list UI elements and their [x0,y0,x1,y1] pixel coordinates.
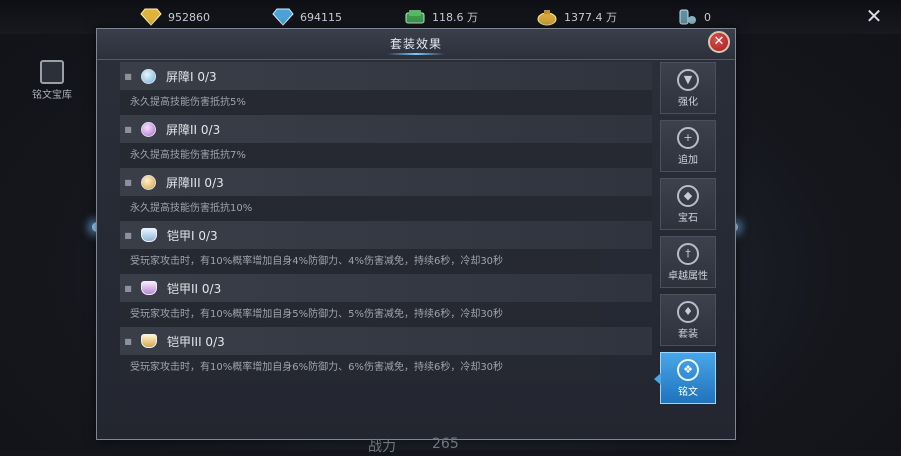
close-button[interactable]: ✕ [708,31,730,53]
inscription-vault-button[interactable]: 铭文宝库 [24,60,80,101]
currency-value: 694115 [300,10,342,24]
item-header: ■ 铠甲III 0/3 [120,327,652,356]
green-cash-icon [405,10,425,24]
tab-label: 强化 [678,97,698,108]
blue-gem-icon [141,68,156,84]
wings-emblem-icon: ♦ [677,301,699,323]
item-header: ■ 屏障III 0/3 [120,168,652,197]
item-description: 受玩家攻击时，有10%概率增加自身5%防御力、5%伤害减免，持续6秒，冷却30秒 [120,303,600,327]
close-icon[interactable]: ✕ [862,4,886,28]
tab-label: 套装 [678,329,698,340]
currency-gold-diamond: 952860 [140,6,210,28]
list-item: ■ 屏障I 0/3 永久提高技能伤害抵抗5% [120,62,652,115]
tab-label: 铭文 [678,387,698,398]
item-header: ■ 铠甲I 0/3 [120,221,652,250]
purple-armor-icon [141,281,157,295]
tab-label: 卓越属性 [668,271,708,282]
currency-token: 0 [676,6,711,28]
bullet-icon: ■ [124,124,132,134]
tab-inscription[interactable]: ❖ 铭文 [654,352,716,404]
bullet-icon: ■ [124,336,132,346]
item-header: ■ 铠甲II 0/3 [120,274,652,303]
item-description: 永久提高技能伤害抵抗10% [120,197,652,221]
currency-value: 118.6 万 [432,11,478,24]
item-name: 铠甲III 0/3 [167,334,225,349]
currency-value: 952860 [168,10,210,24]
blue-diamond-icon [272,8,294,26]
power-label: 战力 [368,439,396,455]
gold-coin-bag-icon [537,10,557,26]
list-item: ■ 屏障II 0/3 永久提高技能伤害抵抗7% [120,115,652,168]
anvil-icon: ▼ [677,69,699,91]
item-name: 铠甲II 0/3 [167,281,222,296]
bullet-icon: ■ [124,71,132,81]
gem-emblem-icon: ◆ [677,185,699,207]
active-tab-pointer [654,373,661,385]
item-name: 屏障III 0/3 [166,175,224,190]
tab-enhance[interactable]: ▼ 强化 [660,62,716,114]
item-name: 屏障II 0/3 [166,122,221,137]
bullet-icon: ■ [124,283,132,293]
blue-armor-icon [141,228,157,242]
item-name: 屏障I 0/3 [166,69,217,84]
list-item: ■ 屏障III 0/3 永久提高技能伤害抵抗10% [120,168,652,221]
item-description: 永久提高技能伤害抵抗5% [120,91,652,115]
currency-coin-bag: 1377.4 万 [536,6,617,28]
item-description: 受玩家攻击时，有10%概率增加自身4%防御力、4%伤害减免，持续6秒，冷却30秒 [120,250,600,274]
token-icon [679,9,696,25]
tab-excellent-attributes[interactable]: † 卓越属性 [660,236,716,288]
tab-append[interactable]: + 追加 [660,120,716,172]
inscription-emblem-icon: ❖ [677,359,699,381]
vault-label: 铭文宝库 [32,90,72,101]
tab-set[interactable]: ♦ 套装 [660,294,716,346]
tab-gem[interactable]: ◆ 宝石 [660,178,716,230]
list-item: ■ 铠甲I 0/3 受玩家攻击时，有10%概率增加自身4%防御力、4%伤害减免，… [120,221,652,274]
item-header: ■ 屏障I 0/3 [120,62,652,91]
list-item: ■ 铠甲III 0/3 受玩家攻击时，有10%概率增加自身6%防御力、6%伤害减… [120,327,652,380]
gold-diamond-icon [140,8,162,26]
sword-emblem-icon: † [677,243,699,265]
currency-blue-diamond: 694115 [272,6,342,28]
item-description: 受玩家攻击时，有10%概率增加自身6%防御力、6%伤害减免，持续6秒，冷却30秒 [120,356,600,380]
category-tabs: ▼ 强化 + 追加 ◆ 宝石 † 卓越属性 ♦ 套装 ❖ 铭文 [654,62,716,410]
title-underline [387,53,445,55]
item-name: 铠甲I 0/3 [167,228,218,243]
item-header: ■ 屏障II 0/3 [120,115,652,144]
gold-gem-icon [141,174,156,190]
set-effects-list[interactable]: ■ 屏障I 0/3 永久提高技能伤害抵抗5% ■ 屏障II 0/3 永久提高技能… [120,62,652,414]
currency-cash: 118.6 万 [404,6,478,28]
bullet-icon: ■ [124,177,132,187]
gold-armor-icon [141,334,157,348]
currency-value: 0 [704,10,711,24]
purple-gem-icon [141,121,156,137]
panel-header: 套装效果 [97,29,735,60]
vault-icon [40,60,64,84]
bullet-icon: ■ [124,230,132,240]
tab-label: 追加 [678,155,698,166]
panel-title: 套装效果 [389,37,442,51]
currency-value: 1377.4 万 [564,11,617,24]
list-item: ■ 铠甲II 0/3 受玩家攻击时，有10%概率增加自身5%防御力、5%伤害减免… [120,274,652,327]
tab-label: 宝石 [678,213,698,224]
plus-emblem-icon: + [677,127,699,149]
item-description: 永久提高技能伤害抵抗7% [120,144,652,168]
